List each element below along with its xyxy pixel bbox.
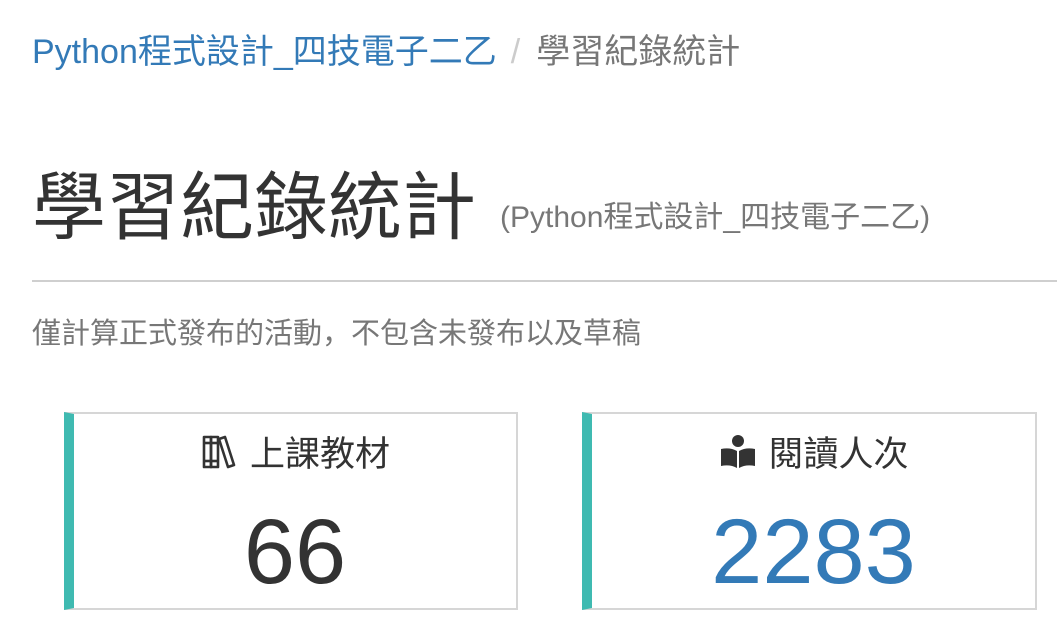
stat-card-header: 閱讀人次: [592, 432, 1035, 478]
books-icon: [200, 432, 240, 472]
page-title: 學習紀錄統計: [32, 166, 476, 249]
stat-card-value: 66: [243, 501, 347, 603]
stat-card-reads: 閱讀人次 2283: [582, 412, 1037, 610]
breadcrumb: Python程式設計_四技電子二乙 / 學習紀錄統計: [32, 28, 740, 76]
stat-card-label: 閱讀人次: [768, 435, 909, 474]
statistics-note: 僅計算正式發布的活動，不包含未發布以及草稿: [32, 318, 642, 350]
stat-card-header: 上課教材: [74, 432, 516, 478]
breadcrumb-course-link[interactable]: Python程式設計_四技電子二乙: [32, 33, 497, 71]
reader-icon: [718, 432, 758, 472]
page-header: 學習紀錄統計 (Python程式設計_四技電子二乙): [32, 160, 1057, 282]
stat-card-label: 上課教材: [249, 435, 390, 474]
stat-card-value: 2283: [711, 501, 916, 603]
page-subtitle: (Python程式設計_四技電子二乙): [500, 201, 931, 234]
breadcrumb-current: 學習紀錄統計: [536, 33, 741, 71]
breadcrumb-separator: /: [510, 33, 521, 71]
stat-card-materials: 上課教材 66: [64, 412, 518, 610]
